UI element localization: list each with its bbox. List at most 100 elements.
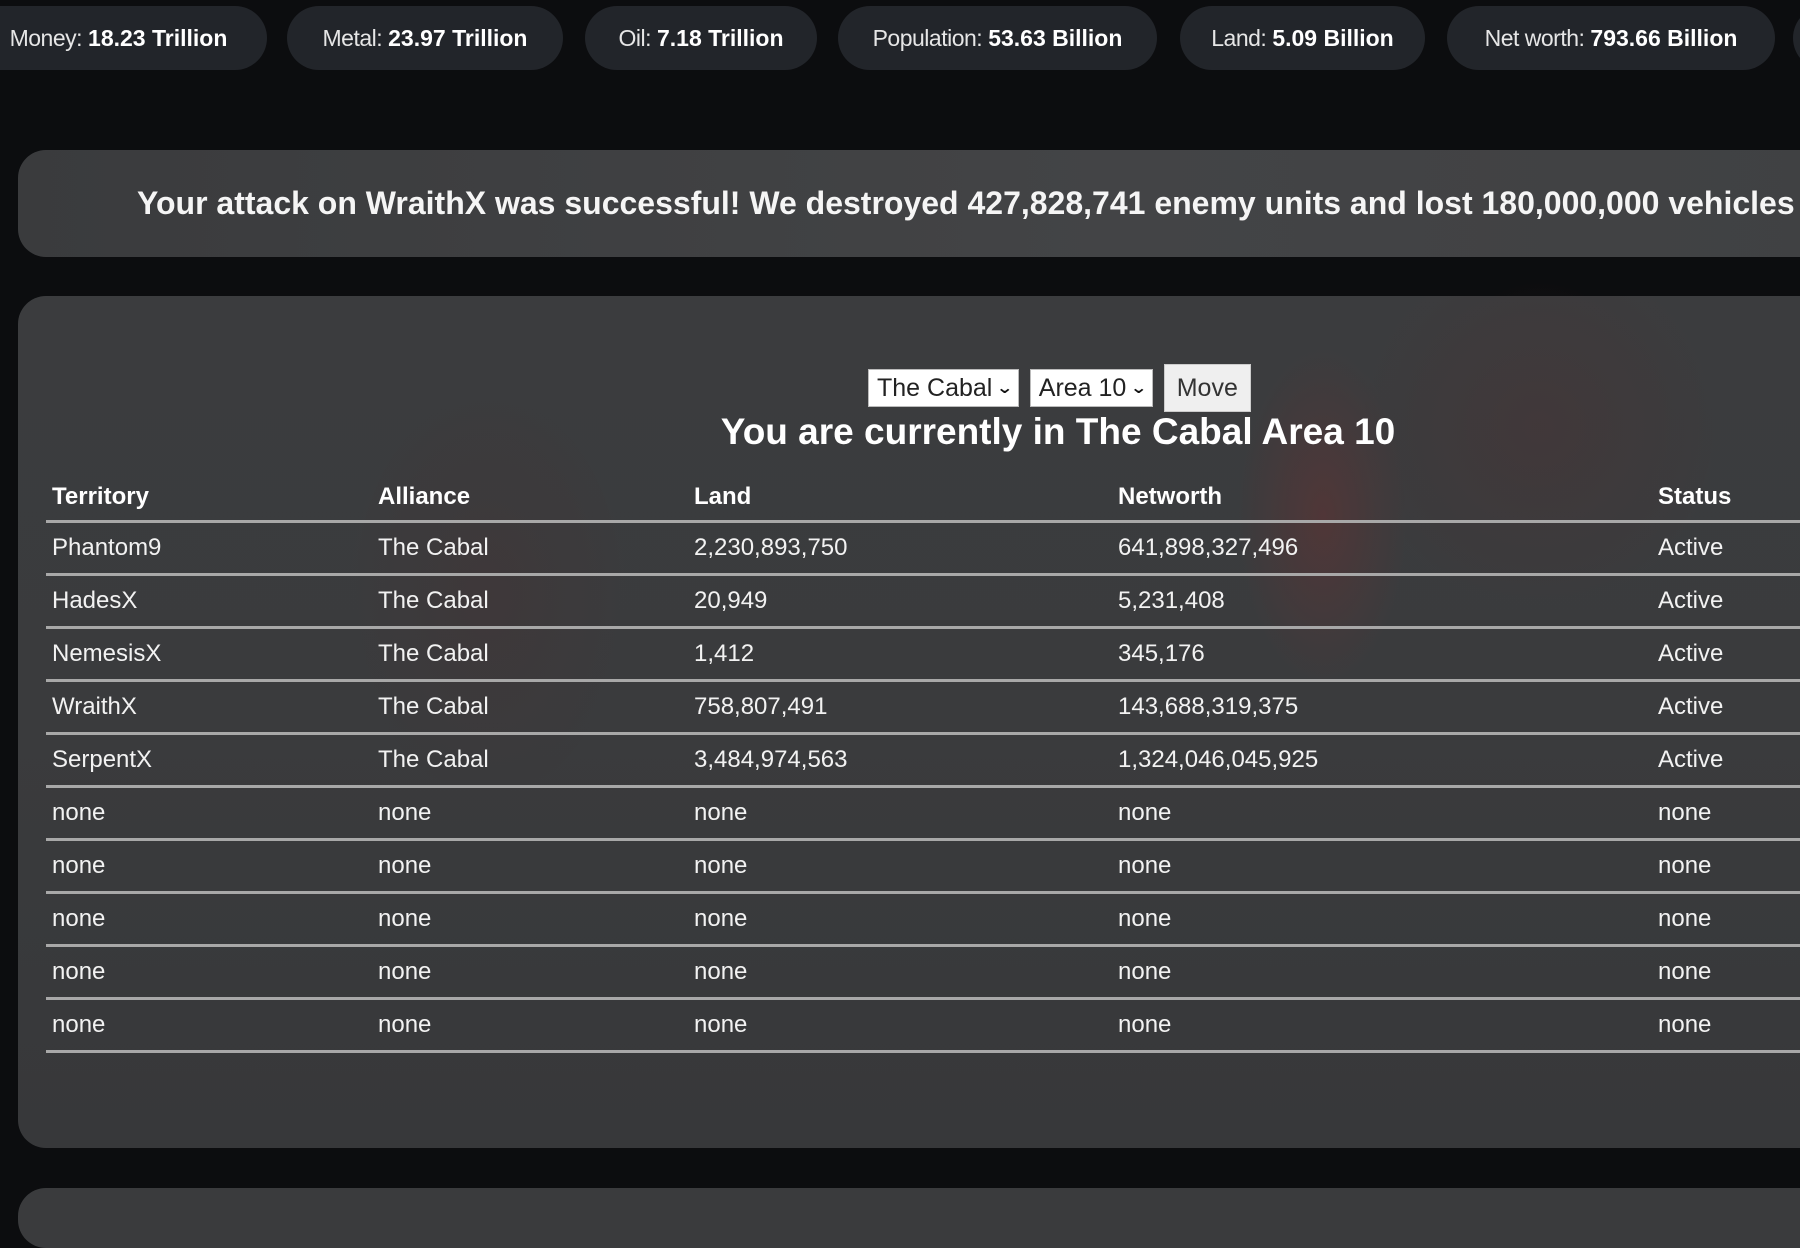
- table-row: none none none none none: [46, 946, 1800, 999]
- table-row: HadesX The Cabal 20,949 5,231,408 Active: [46, 575, 1800, 628]
- stat-label: Net worth:: [1484, 24, 1585, 51]
- cell-status: none: [1658, 852, 1712, 879]
- cell-status: Active: [1658, 640, 1724, 667]
- move-controls: The Cabal ⌄ Area 10 ⌄ Move: [868, 364, 1251, 412]
- cell-networth: 5,231,408: [1118, 587, 1225, 614]
- cell-land: 758,807,491: [694, 693, 828, 720]
- cell-alliance: none: [378, 905, 432, 932]
- cell-territory[interactable]: SerpentX: [46, 734, 372, 787]
- cell-networth: none: [1118, 1011, 1172, 1038]
- resource-stats-bar: Money: 18.23 Trillion Metal: 23.97 Trill…: [0, 6, 1800, 70]
- table-header-row: Territory Alliance Land Networth Status: [46, 474, 1800, 522]
- table-row: none none none none none: [46, 787, 1800, 840]
- cell-land: none: [694, 905, 748, 932]
- stat-metal: Metal: 23.97 Trillion: [287, 6, 563, 70]
- cell-networth: none: [1118, 852, 1172, 879]
- stat-value: 793.66 Billion: [1590, 24, 1738, 51]
- stat-label: Population:: [872, 24, 983, 51]
- cell-territory: none: [52, 905, 106, 932]
- cell-networth: none: [1118, 799, 1172, 826]
- cell-status: Active: [1658, 746, 1724, 773]
- stat-land: Land: 5.09 Billion: [1180, 6, 1425, 70]
- cell-land: 2,230,893,750: [694, 534, 848, 561]
- cell-status: none: [1658, 1011, 1712, 1038]
- column-header-territory: Territory: [52, 483, 149, 510]
- current-location-heading: You are currently in The Cabal Area 10: [720, 411, 1396, 452]
- cell-alliance: none: [378, 1011, 432, 1038]
- table-row: NemesisX The Cabal 1,412 345,176 Active: [46, 628, 1800, 681]
- cell-networth: 143,688,319,375: [1118, 693, 1299, 720]
- stat-value: 7.18 Trillion: [656, 24, 784, 51]
- cell-territory[interactable]: WraithX: [46, 681, 372, 734]
- table-row: none none none none none: [46, 893, 1800, 946]
- cell-networth: none: [1118, 905, 1172, 932]
- cell-alliance: The Cabal: [378, 534, 489, 561]
- next-panel: [18, 1188, 1800, 1248]
- cell-territory[interactable]: HadesX: [46, 575, 372, 628]
- cell-status: none: [1658, 958, 1712, 985]
- cell-status: none: [1658, 905, 1712, 932]
- cell-alliance: The Cabal: [378, 693, 489, 720]
- cell-land: 20,949: [694, 587, 768, 614]
- stat-overflow: [1793, 6, 1800, 70]
- cell-territory[interactable]: NemesisX: [46, 628, 372, 681]
- stat-net-worth: Net worth: 793.66 Billion: [1447, 6, 1775, 70]
- territory-table: Territory Alliance Land Networth Status …: [46, 474, 1800, 1053]
- table-row: none none none none none: [46, 999, 1800, 1052]
- cell-alliance: The Cabal: [378, 746, 489, 773]
- chevron-down-icon: ⌄: [1130, 380, 1148, 397]
- stat-population: Population: 53.63 Billion: [838, 6, 1157, 70]
- column-header-land: Land: [694, 483, 752, 510]
- area-select-value: Area 10: [1038, 373, 1127, 402]
- stat-value: 23.97 Trillion: [388, 24, 528, 51]
- stat-value: 53.63 Billion: [988, 24, 1123, 51]
- chevron-down-icon: ⌄: [996, 380, 1014, 397]
- stat-label: Metal:: [322, 24, 383, 51]
- cell-land: 3,484,974,563: [694, 746, 848, 773]
- attack-result-banner: Your attack on WraithX was successful! W…: [18, 150, 1800, 257]
- cell-networth: 641,898,327,496: [1118, 534, 1299, 561]
- cell-networth: 345,176: [1118, 640, 1205, 667]
- cell-alliance: The Cabal: [378, 587, 489, 614]
- alliance-select[interactable]: The Cabal ⌄: [868, 369, 1019, 407]
- cell-networth: none: [1118, 958, 1172, 985]
- cell-territory: none: [52, 799, 106, 826]
- column-header-alliance: Alliance: [378, 483, 471, 510]
- table-row: SerpentX The Cabal 3,484,974,563 1,324,046,…: [46, 734, 1800, 787]
- attack-result-message: Your attack on WraithX was successful! W…: [137, 185, 1800, 221]
- stat-value: 18.23 Trillion: [88, 24, 228, 51]
- cell-status: Active: [1658, 693, 1724, 720]
- stat-label: Money:: [9, 24, 83, 51]
- cell-land: none: [694, 1011, 748, 1038]
- cell-networth: 1,324,046,045,925: [1118, 746, 1319, 773]
- cell-territory: none: [52, 958, 106, 985]
- cell-alliance: The Cabal: [378, 640, 489, 667]
- cell-status: Active: [1658, 534, 1724, 561]
- cell-alliance: none: [378, 958, 432, 985]
- cell-land: 1,412: [694, 640, 755, 667]
- cell-territory: none: [52, 852, 106, 879]
- stat-oil: Oil: 7.18 Trillion: [585, 6, 817, 70]
- cell-alliance: none: [378, 799, 432, 826]
- table-row: Phantom9 The Cabal 2,230,893,750 641,898,32…: [46, 522, 1800, 575]
- cell-alliance: none: [378, 852, 432, 879]
- stat-label: Land:: [1211, 24, 1267, 51]
- cell-land: none: [694, 799, 748, 826]
- move-button[interactable]: Move: [1163, 364, 1251, 412]
- cell-territory[interactable]: Phantom9: [46, 522, 372, 575]
- cell-status: none: [1658, 799, 1712, 826]
- column-header-networth: Networth: [1118, 483, 1222, 510]
- cell-land: none: [694, 958, 748, 985]
- stat-value: 5.09 Billion: [1272, 24, 1394, 51]
- cell-territory: none: [52, 1011, 106, 1038]
- stat-label: Oil:: [618, 24, 651, 51]
- cell-status: Active: [1658, 587, 1724, 614]
- table-row: WraithX The Cabal 758,807,491 143,688,319,3…: [46, 681, 1800, 734]
- table-row: none none none none none: [46, 840, 1800, 893]
- stat-money: Money: 18.23 Trillion: [0, 6, 267, 70]
- area-select[interactable]: Area 10 ⌄: [1029, 369, 1153, 407]
- alliance-select-value: The Cabal: [877, 373, 993, 402]
- cell-land: none: [694, 852, 748, 879]
- column-header-status: Status: [1658, 483, 1732, 510]
- area-panel: The Cabal ⌄ Area 10 ⌄ Move You are curre…: [18, 296, 1800, 1148]
